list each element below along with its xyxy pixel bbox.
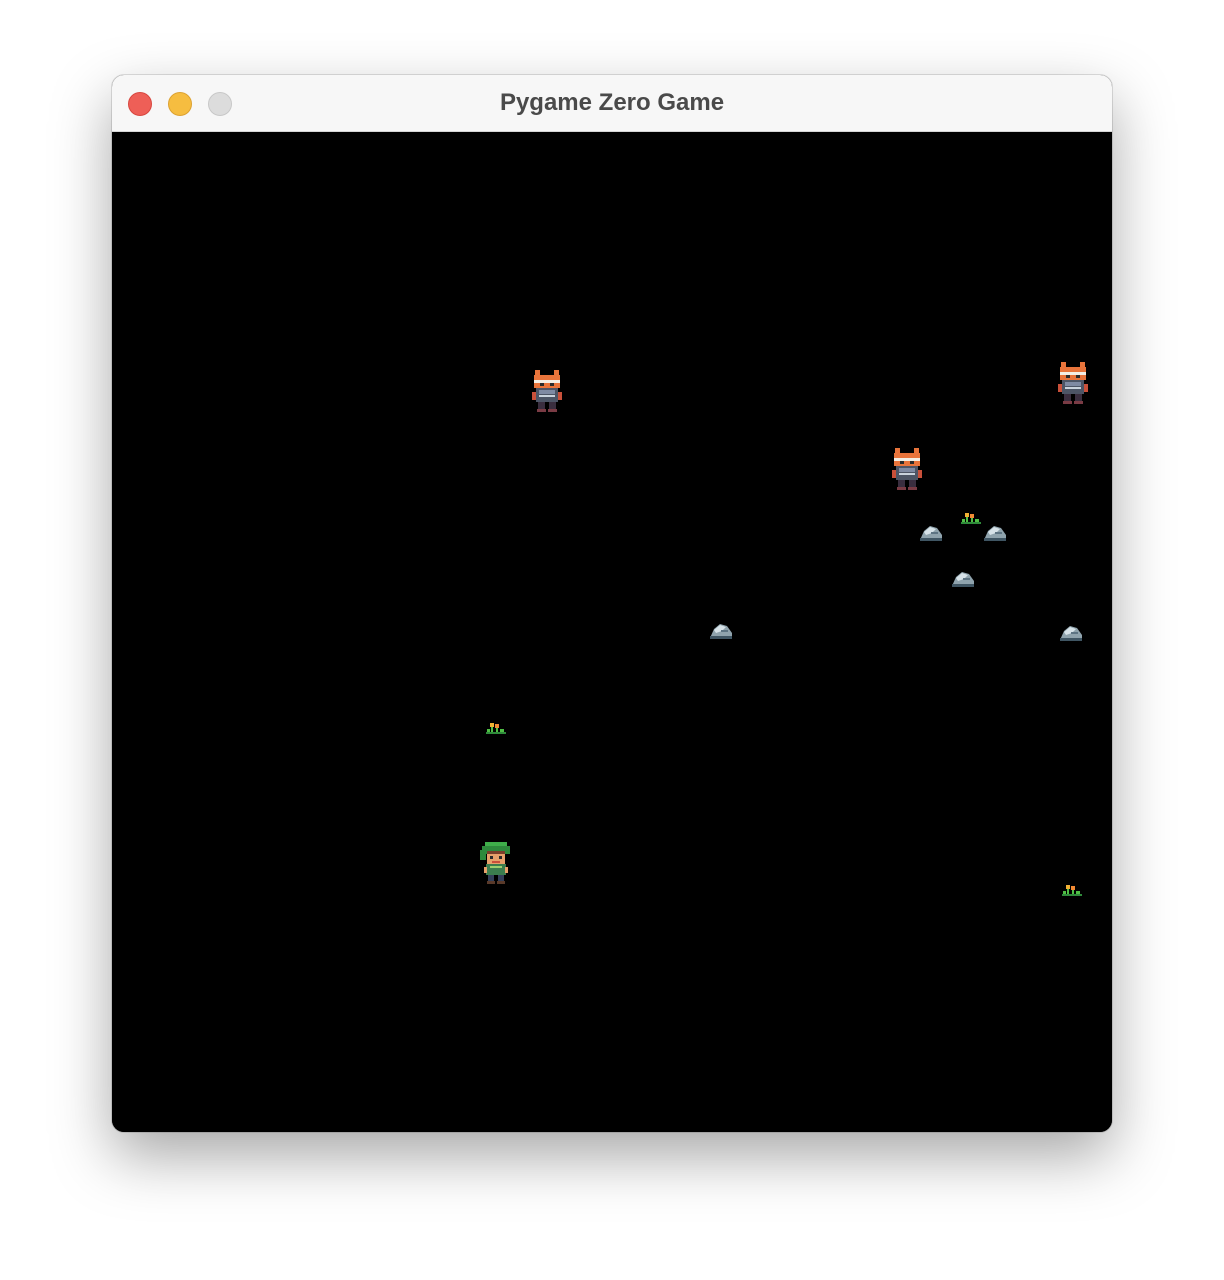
rock-sprite (982, 522, 1008, 542)
rock-sprite (918, 522, 944, 542)
player-hero-sprite (478, 838, 514, 886)
title-bar[interactable]: Pygame Zero Game (112, 75, 1112, 132)
rock-sprite (708, 620, 734, 640)
enemy-fox-knight (890, 446, 924, 492)
flower-sprite (960, 510, 982, 524)
enemy-fox-knight (530, 368, 564, 414)
game-canvas[interactable] (112, 132, 1112, 1132)
flower-sprite (1061, 882, 1083, 896)
rock-sprite (1058, 622, 1084, 642)
game-window: Pygame Zero Game (112, 75, 1112, 1132)
flower-sprite (485, 720, 507, 734)
enemy-fox-knight (1056, 360, 1090, 406)
rock-sprite (950, 568, 976, 588)
window-title: Pygame Zero Game (499, 89, 725, 116)
